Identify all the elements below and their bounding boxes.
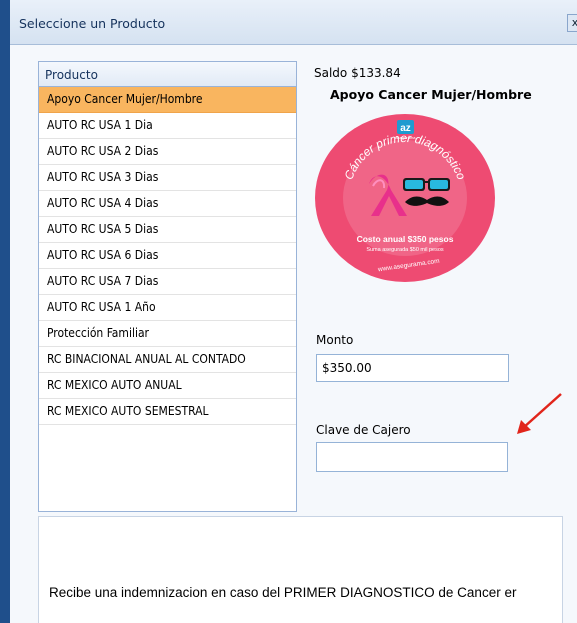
product-list-item[interactable]: RC BINACIONAL ANUAL AL CONTADO xyxy=(39,347,296,373)
product-dialog: Seleccione un Producto x Producto Apoyo … xyxy=(10,0,577,623)
product-image: az asegurama Cáncer primer diagnóstico C… xyxy=(313,112,497,288)
product-list-item[interactable]: AUTO RC USA 6 Dias xyxy=(39,243,296,269)
product-list-item[interactable]: AUTO RC USA 7 Dias xyxy=(39,269,296,295)
saldo-label: Saldo $133.84 xyxy=(314,66,401,80)
product-list-item[interactable]: RC MEXICO AUTO ANUAL xyxy=(39,373,296,399)
cajero-label: Clave de Cajero xyxy=(316,423,411,437)
product-list-item[interactable]: AUTO RC USA 5 Dias xyxy=(39,217,296,243)
cajero-field[interactable] xyxy=(316,442,508,472)
close-button[interactable]: x xyxy=(567,14,577,32)
product-list-items: Apoyo Cancer Mujer/Hombre AUTO RC USA 1 D… xyxy=(39,87,296,425)
product-list[interactable]: Producto Apoyo Cancer Mujer/Hombre AUTO R… xyxy=(38,61,297,512)
product-list-item[interactable]: RC MEXICO AUTO SEMESTRAL xyxy=(39,399,296,425)
cost-text: Costo anual $350 pesos xyxy=(357,234,454,244)
product-list-header: Producto xyxy=(39,62,296,87)
product-list-item[interactable]: AUTO RC USA 2 Dias xyxy=(39,139,296,165)
product-list-item[interactable]: AUTO RC USA 1 Año xyxy=(39,295,296,321)
dialog-titlebar[interactable]: Seleccione un Producto x xyxy=(10,0,577,45)
red-arrow-annotation xyxy=(517,393,562,434)
monto-label: Monto xyxy=(316,333,354,347)
monto-field[interactable]: $350.00 xyxy=(316,354,509,382)
product-list-item[interactable]: AUTO RC USA 1 Dia xyxy=(39,113,296,139)
dialog-title: Seleccione un Producto xyxy=(19,16,166,31)
sum-text: Suma asegurada $50 mil pesos xyxy=(366,247,444,253)
close-icon: x xyxy=(571,16,577,29)
product-list-item[interactable]: AUTO RC USA 3 Dias xyxy=(39,165,296,191)
product-list-item[interactable]: AUTO RC USA 4 Dias xyxy=(39,191,296,217)
product-list-item[interactable]: Apoyo Cancer Mujer/Hombre xyxy=(39,87,296,113)
product-list-item[interactable]: Protección Familiar xyxy=(39,321,296,347)
description-text: Recibe una indemnizacion en caso del PRI… xyxy=(49,585,517,600)
selected-product-name: Apoyo Cancer Mujer/Hombre xyxy=(330,87,532,102)
description-panel: Recibe una indemnizacion en caso del PRI… xyxy=(38,516,563,623)
